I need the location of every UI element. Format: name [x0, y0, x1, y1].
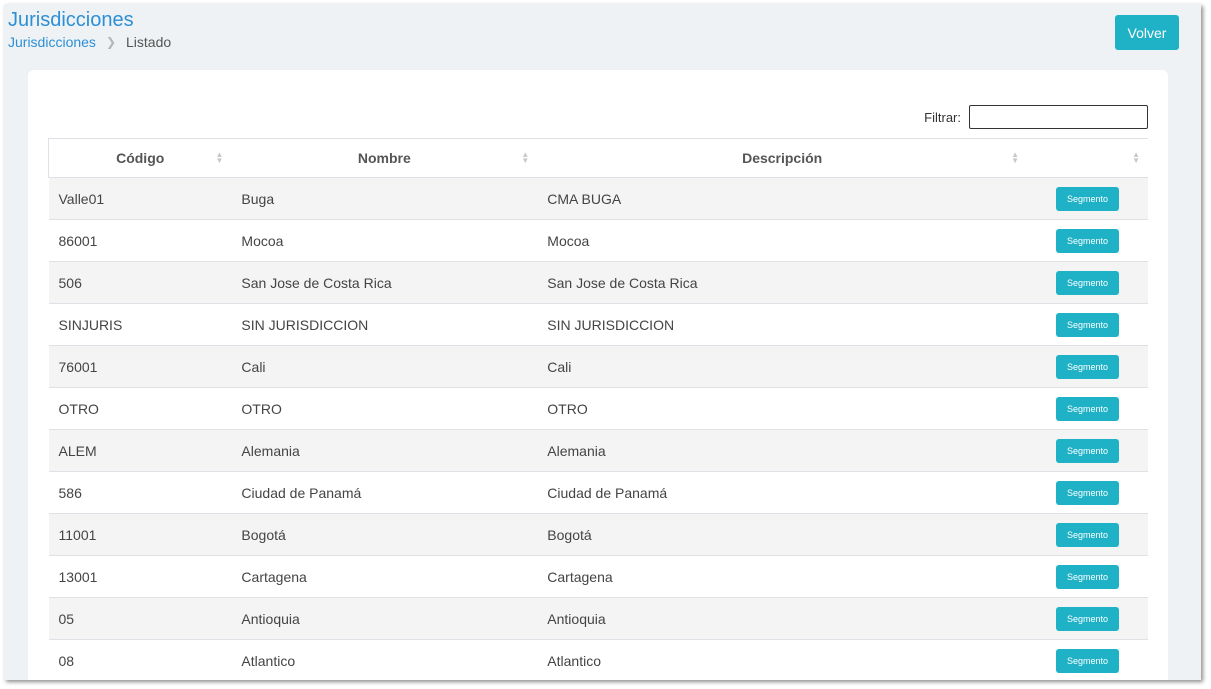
cell-descripcion: OTRO — [537, 387, 1028, 430]
cell-codigo: OTRO — [48, 387, 232, 430]
column-header-codigo[interactable]: Código ▲ ▼ — [48, 138, 232, 178]
table-row: 506 San Jose de Costa Rica San Jose de Cos… — [48, 261, 1148, 304]
chevron-right-icon: ❯ — [105, 35, 116, 49]
cell-action: Segmento — [1027, 597, 1148, 640]
cell-descripcion: Atlantico — [537, 639, 1028, 680]
filter-label: Filtrar: — [924, 109, 961, 125]
column-header-descripcion[interactable]: Descripción ▲ ▼ — [537, 138, 1028, 178]
filter: Filtrar: — [924, 105, 1148, 129]
cell-descripcion: CMA BUGA — [537, 177, 1028, 220]
sort-icon: ▲ ▼ — [1011, 150, 1020, 165]
cell-codigo: SINJURIS — [48, 303, 232, 346]
cell-codigo: 05 — [48, 597, 232, 640]
cell-nombre: San Jose de Costa Rica — [231, 261, 538, 304]
table-row: 13001 Cartagena Cartagena Segmento — [48, 555, 1148, 598]
cell-descripcion: Ciudad de Panamá — [537, 471, 1028, 514]
cell-codigo: 86001 — [48, 219, 232, 262]
cell-nombre: Mocoa — [231, 219, 538, 262]
table-body: Valle01 Buga CMA BUGA Segmento 86001 Mocoa Moc… — [48, 177, 1148, 680]
column-header-nombre[interactable]: Nombre ▲ ▼ — [231, 138, 538, 178]
cell-action: Segmento — [1027, 639, 1148, 680]
table-row: 76001 Cali Cali Segmento — [48, 345, 1148, 388]
app-frame: Jurisdicciones Jurisdicciones ❯ Listado … — [4, 4, 1201, 680]
column-header-label: Código — [116, 150, 165, 166]
column-header-actions[interactable]: ▲ ▼ — [1027, 138, 1148, 178]
cell-descripcion: Antioquia — [537, 597, 1028, 640]
table-header-row: Código ▲ ▼ Nombre ▲ ▼ Descripción ▲ ▼ ▲ ▼ — [48, 138, 1148, 178]
segmento-button[interactable]: Segmento — [1056, 606, 1119, 631]
cell-codigo: ALEM — [48, 429, 232, 472]
jurisdictions-table: Código ▲ ▼ Nombre ▲ ▼ Descripción ▲ ▼ ▲ ▼ — [48, 138, 1148, 680]
segmento-button[interactable]: Segmento — [1056, 270, 1119, 295]
cell-nombre: Antioquia — [231, 597, 538, 640]
segmento-button[interactable]: Segmento — [1056, 396, 1119, 421]
page-title: Jurisdicciones — [8, 9, 134, 31]
table-row: 05 Antioquia Antioquia Segmento — [48, 597, 1148, 640]
table-row: 586 Ciudad de Panamá Ciudad de Panamá Segme… — [48, 471, 1148, 514]
back-button[interactable]: Volver — [1115, 15, 1179, 50]
cell-action: Segmento — [1027, 555, 1148, 598]
segmento-button[interactable]: Segmento — [1056, 564, 1119, 589]
cell-action: Segmento — [1027, 513, 1148, 556]
segmento-button[interactable]: Segmento — [1056, 312, 1119, 337]
cell-action: Segmento — [1027, 261, 1148, 304]
sort-icon: ▲ ▼ — [215, 150, 224, 165]
cell-codigo: Valle01 — [48, 177, 232, 220]
breadcrumb-link-jurisdicciones[interactable]: Jurisdicciones — [8, 34, 96, 50]
table-row: 08 Atlantico Atlantico Segmento — [48, 639, 1148, 680]
cell-nombre: Alemania — [231, 429, 538, 472]
cell-nombre: Atlantico — [231, 639, 538, 680]
cell-nombre: Cali — [231, 345, 538, 388]
cell-action: Segmento — [1027, 471, 1148, 514]
cell-codigo: 13001 — [48, 555, 232, 598]
table-row: ALEM Alemania Alemania Segmento — [48, 429, 1148, 472]
cell-action: Segmento — [1027, 429, 1148, 472]
cell-codigo: 586 — [48, 471, 232, 514]
cell-action: Segmento — [1027, 345, 1148, 388]
breadcrumb: Jurisdicciones ❯ Listado — [8, 34, 171, 50]
cell-codigo: 11001 — [48, 513, 232, 556]
table-row: OTRO OTRO OTRO Segmento — [48, 387, 1148, 430]
breadcrumb-current: Listado — [126, 34, 172, 50]
cell-nombre: SIN JURISDICCION — [231, 303, 538, 346]
column-header-label: Descripción — [742, 150, 823, 166]
cell-codigo: 08 — [48, 639, 232, 680]
sort-icon: ▲ ▼ — [1132, 150, 1140, 165]
cell-nombre: Ciudad de Panamá — [231, 471, 538, 514]
segmento-button[interactable]: Segmento — [1056, 228, 1119, 253]
filter-input[interactable] — [969, 105, 1148, 129]
cell-descripcion: Bogotá — [537, 513, 1028, 556]
cell-action: Segmento — [1027, 387, 1148, 430]
segmento-button[interactable]: Segmento — [1056, 522, 1119, 547]
cell-descripcion: SIN JURISDICCION — [537, 303, 1028, 346]
cell-nombre: Bogotá — [231, 513, 538, 556]
cell-descripcion: Cartagena — [537, 555, 1028, 598]
content-card: Filtrar: Código ▲ ▼ Nombre ▲ ▼ Descripci… — [28, 70, 1168, 680]
segmento-button[interactable]: Segmento — [1056, 438, 1119, 463]
cell-action: Segmento — [1027, 219, 1148, 262]
segmento-button[interactable]: Segmento — [1056, 354, 1119, 379]
cell-nombre: Buga — [231, 177, 538, 220]
table-row: 86001 Mocoa Mocoa Segmento — [48, 219, 1148, 262]
cell-descripcion: San Jose de Costa Rica — [537, 261, 1028, 304]
cell-nombre: Cartagena — [231, 555, 538, 598]
cell-descripcion: Cali — [537, 345, 1028, 388]
table-row: Valle01 Buga CMA BUGA Segmento — [48, 177, 1148, 220]
cell-action: Segmento — [1027, 177, 1148, 220]
cell-codigo: 76001 — [48, 345, 232, 388]
segmento-button[interactable]: Segmento — [1056, 480, 1119, 505]
column-header-label: Nombre — [357, 150, 411, 166]
cell-descripcion: Alemania — [537, 429, 1028, 472]
segmento-button[interactable]: Segmento — [1056, 648, 1119, 673]
sort-icon: ▲ ▼ — [521, 150, 530, 165]
table-row: SINJURIS SIN JURISDICCION SIN JURISDICCION… — [48, 303, 1148, 346]
cell-nombre: OTRO — [231, 387, 538, 430]
cell-codigo: 506 — [48, 261, 232, 304]
table-row: 11001 Bogotá Bogotá Segmento — [48, 513, 1148, 556]
segmento-button[interactable]: Segmento — [1056, 186, 1119, 211]
cell-descripcion: Mocoa — [537, 219, 1028, 262]
cell-action: Segmento — [1027, 303, 1148, 346]
